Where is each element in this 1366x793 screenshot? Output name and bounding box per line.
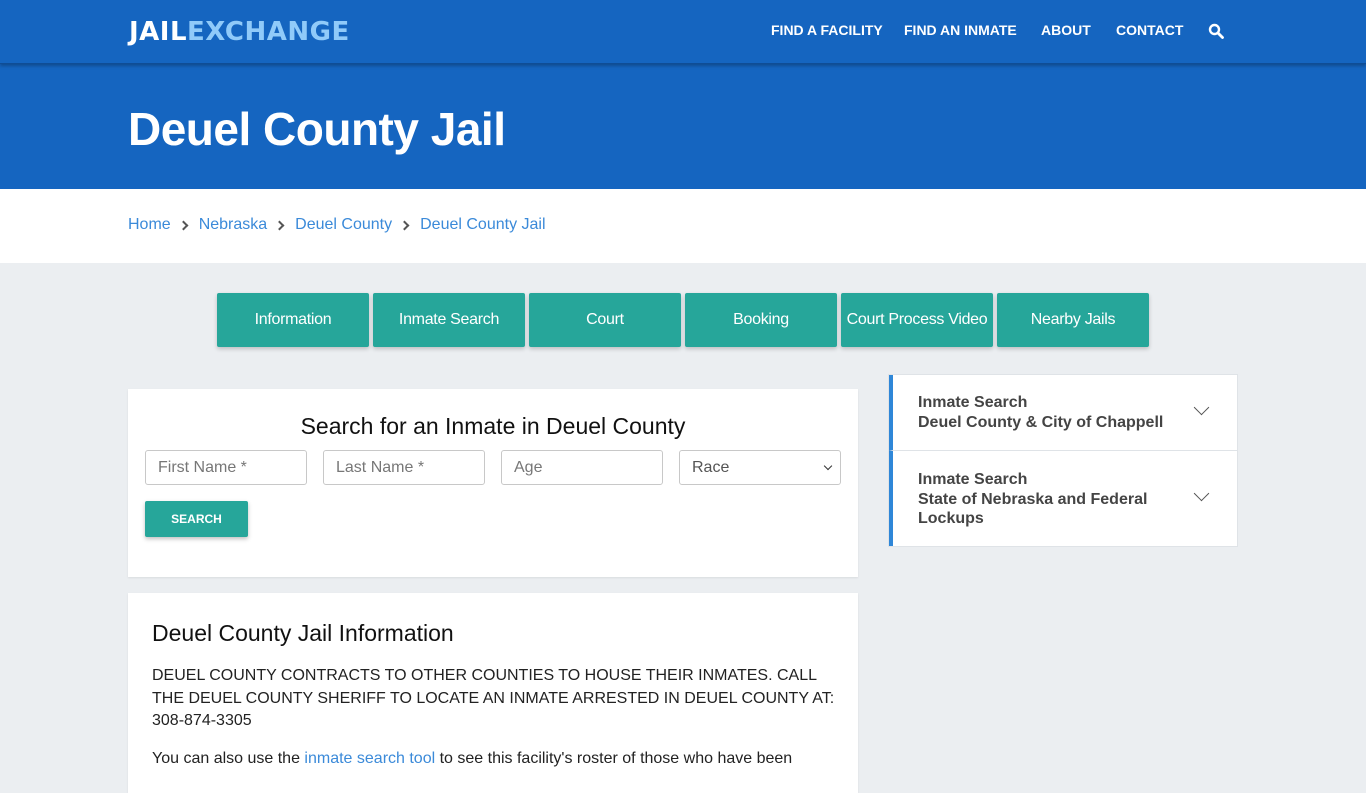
race-select-value: Race xyxy=(692,458,730,476)
first-name-input[interactable] xyxy=(145,450,307,485)
chevron-down-icon xyxy=(1193,399,1210,416)
sidebar-accordion: Inmate Search Deuel County & City of Cha… xyxy=(888,374,1238,547)
tab-court-process-video[interactable]: Court Process Video xyxy=(841,293,993,347)
last-name-input[interactable] xyxy=(323,450,485,485)
tab-nearby-jails[interactable]: Nearby Jails xyxy=(997,293,1149,347)
age-input[interactable] xyxy=(501,450,663,485)
nav-find-inmate[interactable]: FIND AN INMATE xyxy=(904,22,1017,38)
tab-information[interactable]: Information xyxy=(217,293,369,347)
breadcrumb-home[interactable]: Home xyxy=(128,216,171,234)
facility-info-card: Deuel County Jail Information DEUEL COUN… xyxy=(128,593,858,793)
chevron-down-icon xyxy=(823,461,833,471)
accordion-state-search[interactable]: Inmate Search State of Nebraska and Fede… xyxy=(889,450,1237,546)
accordion-title: Inmate Search xyxy=(918,394,1028,411)
breadcrumb-state[interactable]: Nebraska xyxy=(199,216,267,234)
tab-court[interactable]: Court xyxy=(529,293,681,347)
info-paragraph-2: You can also use the inmate search tool … xyxy=(152,748,842,771)
inmate-search-card: Search for an Inmate in Deuel County Rac… xyxy=(128,389,858,577)
breadcrumb-county[interactable]: Deuel County xyxy=(295,216,392,234)
race-select[interactable]: Race xyxy=(679,450,841,485)
nav-find-facility[interactable]: FIND A FACILITY xyxy=(771,22,883,38)
search-icon[interactable] xyxy=(1208,23,1224,39)
tab-inmate-search[interactable]: Inmate Search xyxy=(373,293,525,347)
site-logo[interactable]: JAILEXCHANGE xyxy=(129,17,350,47)
accordion-subtitle: State of Nebraska and Federal Lockups xyxy=(918,490,1148,528)
chevron-right-icon xyxy=(399,220,410,230)
info-title: Deuel County Jail Information xyxy=(152,620,454,646)
page-title: Deuel County Jail xyxy=(128,103,506,155)
chevron-right-icon xyxy=(274,220,285,230)
inmate-search-tool-link[interactable]: inmate search tool xyxy=(304,750,435,767)
info-text: You can also use the xyxy=(152,750,305,767)
nav-about[interactable]: ABOUT xyxy=(1041,22,1091,38)
search-button[interactable]: SEARCH xyxy=(145,501,248,537)
search-card-title: Search for an Inmate in Deuel County xyxy=(300,413,686,439)
chevron-right-icon xyxy=(178,220,189,230)
breadcrumb-bar: Home Nebraska Deuel County Deuel County … xyxy=(0,189,1366,263)
breadcrumb: Home Nebraska Deuel County Deuel County … xyxy=(128,216,546,234)
chevron-down-icon xyxy=(1193,485,1210,502)
facility-tabs: Information Inmate Search Court Booking … xyxy=(217,293,1149,347)
nav-contact[interactable]: CONTACT xyxy=(1116,22,1183,38)
breadcrumb-facility[interactable]: Deuel County Jail xyxy=(420,216,545,234)
accordion-county-search[interactable]: Inmate Search Deuel County & City of Cha… xyxy=(889,375,1237,450)
accordion-subtitle: Deuel County & City of Chappell xyxy=(918,413,1164,431)
page-hero: Deuel County Jail xyxy=(0,64,1366,189)
logo-text-exchange: EXCHANGE xyxy=(187,17,350,47)
accordion-title: Inmate Search xyxy=(918,471,1028,488)
tab-booking[interactable]: Booking xyxy=(685,293,837,347)
top-navbar: JAILEXCHANGE FIND A FACILITY FIND AN INM… xyxy=(0,0,1366,64)
logo-text-jail: JAIL xyxy=(129,17,188,47)
info-paragraph: DEUEL COUNTY CONTRACTS TO OTHER COUNTIES… xyxy=(152,667,835,729)
info-text: to see this facility's roster of those w… xyxy=(435,750,793,767)
